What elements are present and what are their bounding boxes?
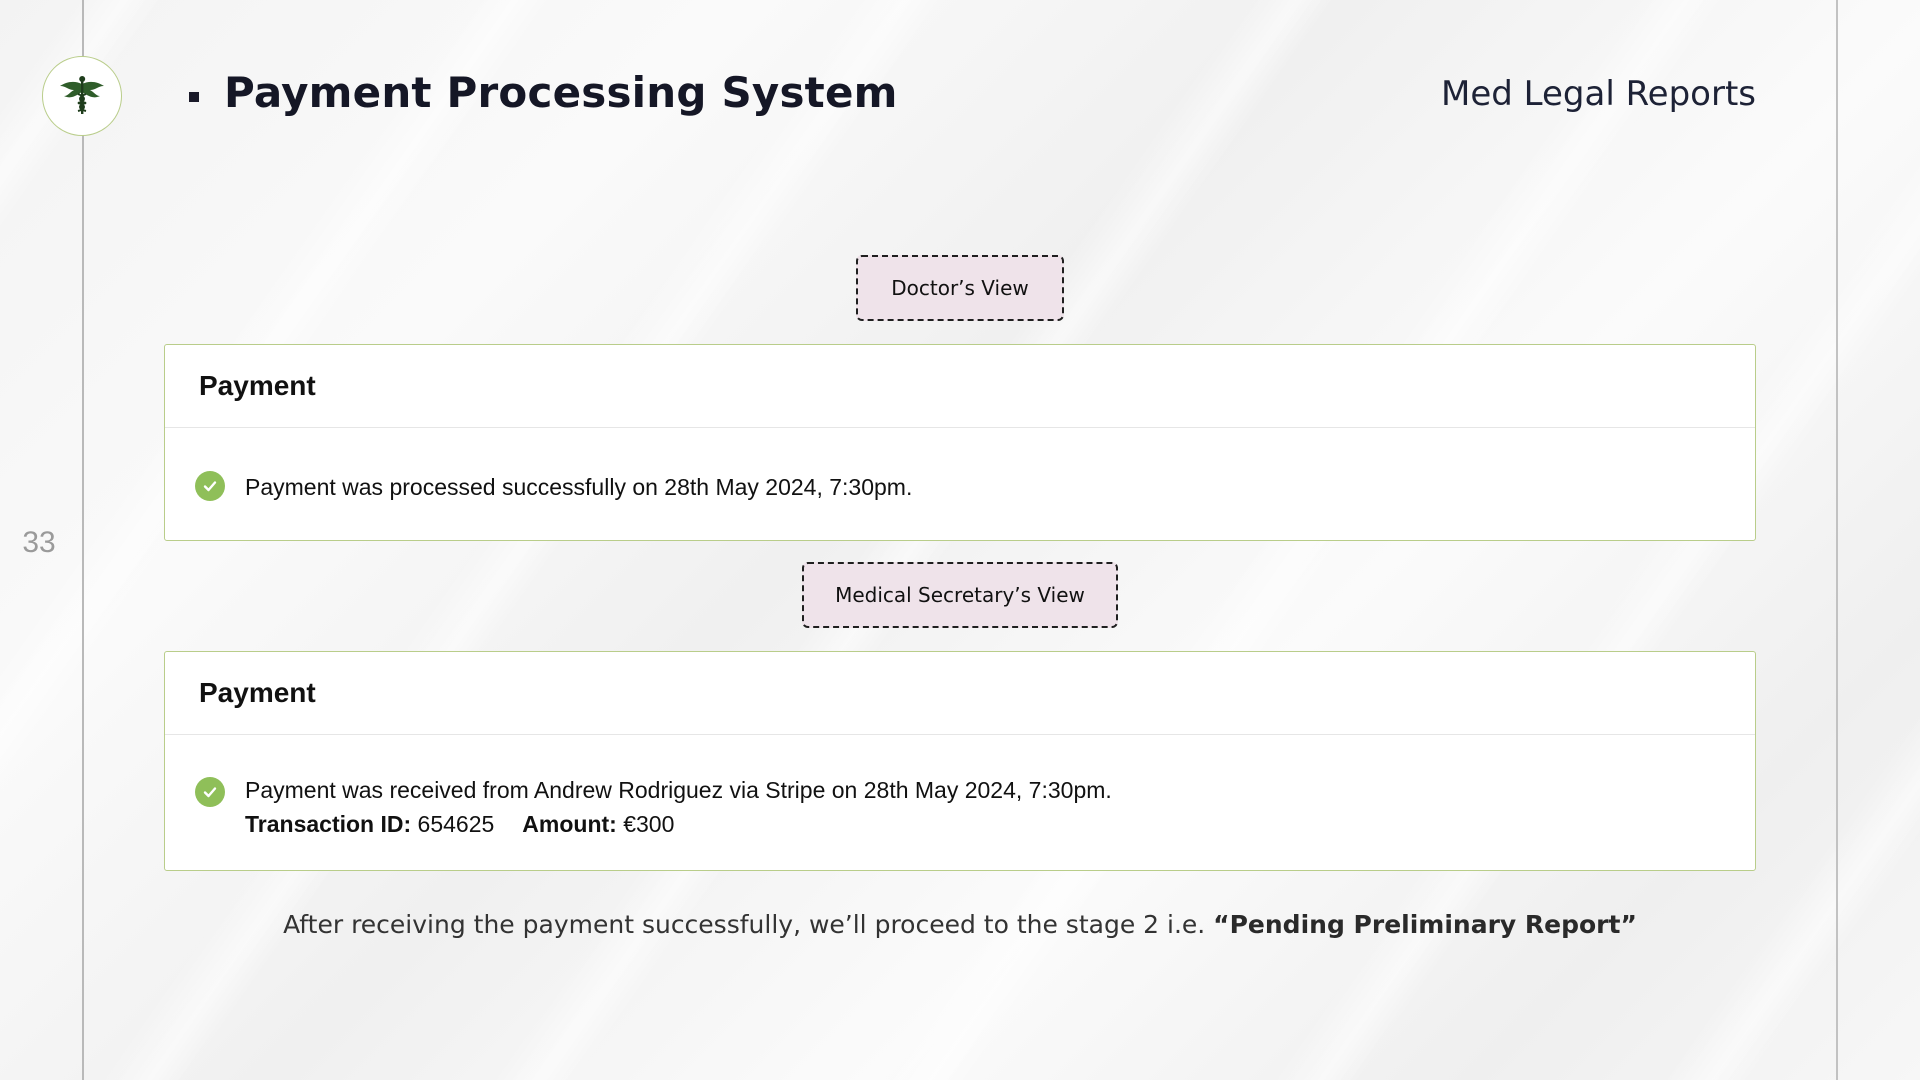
payment-card-body: Payment was processed successfully on 28…: [165, 428, 1755, 504]
page-title: Payment Processing System: [224, 68, 898, 117]
footer-note: After receiving the payment successfully…: [0, 910, 1920, 939]
transaction-id-label: Transaction ID:: [245, 811, 412, 837]
transaction-id-value: 654625: [417, 811, 495, 837]
secretary-view-tag: Medical Secretary’s View: [802, 562, 1118, 628]
brand-name: Med Legal Reports: [1441, 74, 1756, 114]
payment-card-body: Payment was received from Andrew Rodrigu…: [165, 735, 1755, 841]
payment-status-message: Payment was processed successfully on 28…: [245, 474, 913, 500]
caduceus-logo-icon: [42, 56, 122, 136]
amount-label: Amount:: [522, 811, 617, 837]
payment-card-title: Payment: [165, 345, 1755, 428]
check-circle-icon: [195, 777, 225, 807]
doctor-view-tag: Doctor’s View: [856, 255, 1064, 321]
footer-note-text: After receiving the payment successfully…: [283, 910, 1214, 939]
footer-note-highlight: “Pending Preliminary Report”: [1213, 910, 1637, 939]
check-circle-icon: [195, 471, 225, 501]
title-bullet: [189, 92, 199, 102]
payment-card-title: Payment: [165, 652, 1755, 735]
slide-number: 33: [22, 526, 56, 559]
payment-received-message: Payment was received from Andrew Rodrigu…: [245, 777, 1112, 803]
transaction-details: Transaction ID: 654625 Amount: €300: [245, 807, 1755, 841]
amount-value: €300: [623, 811, 675, 837]
doctor-payment-card: Payment Payment was processed successful…: [164, 344, 1756, 541]
secretary-payment-card: Payment Payment was received from Andrew…: [164, 651, 1756, 871]
